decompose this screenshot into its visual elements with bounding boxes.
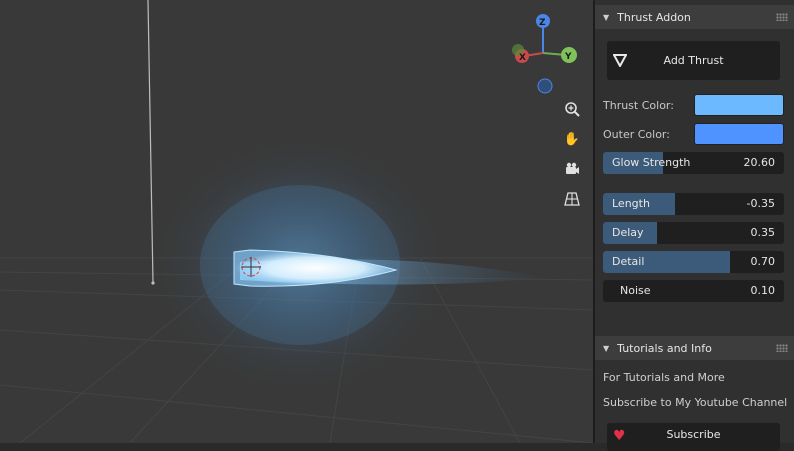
collapse-triangle-icon[interactable]: ▼ <box>603 13 609 22</box>
slider-name: Glow Strength <box>612 156 691 169</box>
outer-color-label: Outer Color: <box>603 128 670 141</box>
zoom-icon[interactable] <box>560 97 584 121</box>
sidebar-panel: ▼ Thrust Addon Add Thrust Thrust Color: … <box>595 0 794 451</box>
glow-strength-slider[interactable]: Glow Strength 20.60 <box>603 152 784 174</box>
noise-slider[interactable]: Noise 0.10 <box>603 280 784 302</box>
tutorials-title: Tutorials and Info <box>617 341 712 355</box>
grid-perspective-icon[interactable] <box>560 187 584 211</box>
cone-icon <box>613 54 627 67</box>
slider-value: 0.10 <box>750 284 776 297</box>
subscribe-label: Subscribe <box>666 427 721 441</box>
slider-value: 20.60 <box>743 156 776 169</box>
add-thrust-label: Add Thrust <box>663 54 724 67</box>
delay-slider[interactable]: Delay 0.35 <box>603 222 784 244</box>
outer-color-swatch[interactable] <box>694 123 784 145</box>
drag-handle-icon[interactable] <box>776 344 788 352</box>
tutorials-header[interactable]: ▼ Tutorials and Info <box>595 336 794 360</box>
thrust-addon-header[interactable]: ▼ Thrust Addon <box>595 5 794 29</box>
hand-pan-icon[interactable]: ✋ <box>560 127 584 151</box>
viewport-scene: Z Y X <box>0 0 593 443</box>
thrust-color-swatch[interactable] <box>694 94 784 116</box>
slider-value: -0.35 <box>746 197 775 210</box>
length-slider[interactable]: Length -0.35 <box>603 193 784 215</box>
3d-viewport[interactable]: Z Y X ✋ <box>0 0 593 443</box>
drag-handle-icon[interactable] <box>776 13 788 21</box>
gizmo-z-label: Z <box>539 18 546 28</box>
thrust-addon-title: Thrust Addon <box>617 10 691 24</box>
gizmo-x-label: X <box>519 53 526 63</box>
subscribe-button[interactable]: ♥ Subscribe <box>607 423 780 451</box>
detail-slider[interactable]: Detail 0.70 <box>603 251 784 273</box>
slider-name: Detail <box>612 255 645 268</box>
slider-value: 0.35 <box>750 226 776 239</box>
slider-name: Delay <box>612 226 644 239</box>
tutorials-line-2: Subscribe to My Youtube Channel <box>603 396 788 409</box>
camera-icon[interactable] <box>560 157 584 181</box>
thrust-color-label: Thrust Color: <box>603 99 674 112</box>
slider-name: Length <box>612 197 650 210</box>
slider-value: 0.70 <box>750 255 776 268</box>
add-thrust-button[interactable]: Add Thrust <box>607 41 780 80</box>
collapse-triangle-icon[interactable]: ▼ <box>603 344 609 353</box>
tutorials-line-1: For Tutorials and More <box>603 371 725 384</box>
gizmo-y-label: Y <box>564 52 572 62</box>
slider-name: Noise <box>620 284 651 297</box>
heart-icon: ♥ <box>613 428 626 444</box>
